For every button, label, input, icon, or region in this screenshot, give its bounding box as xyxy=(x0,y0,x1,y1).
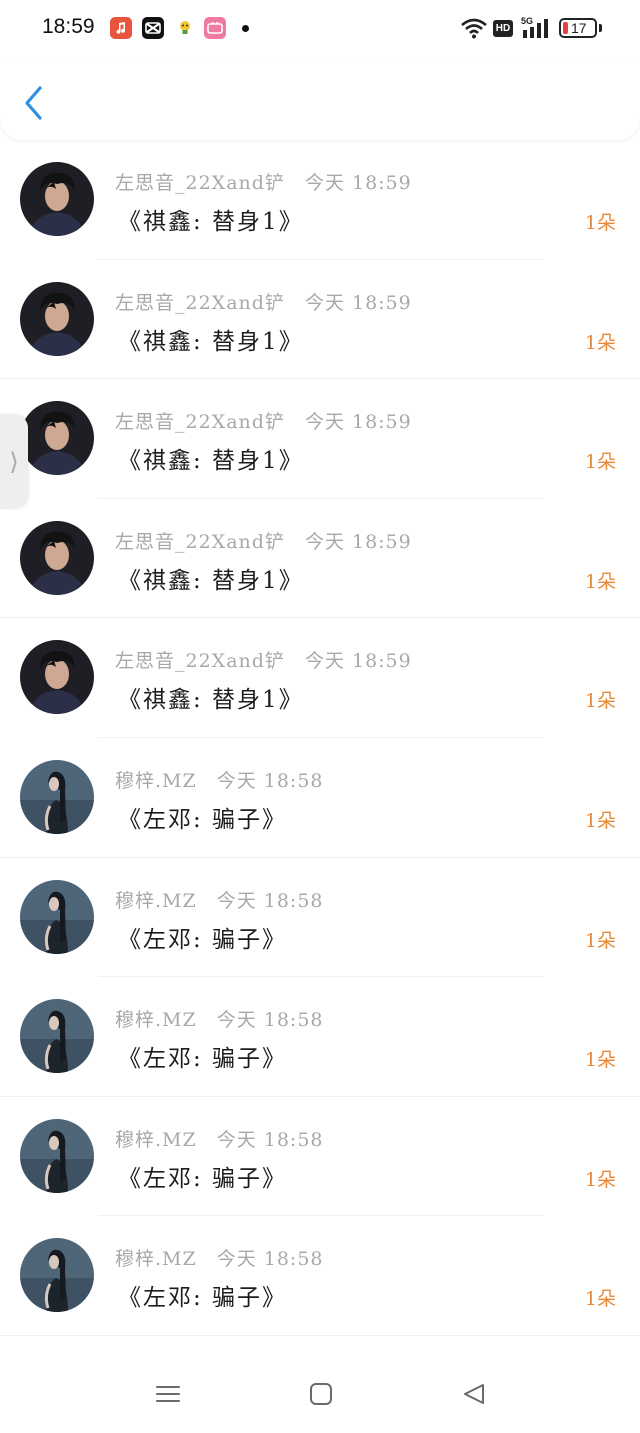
sender-meta: 左思音_22Xand铲 今天 18:59 xyxy=(115,527,412,554)
home-button[interactable] xyxy=(306,1379,336,1409)
list-item[interactable]: 穆梓.MZ 今天 18:58 《左邓: 骗子》 1朵 xyxy=(0,858,640,978)
timestamp: 今天 18:59 xyxy=(304,291,412,314)
list-item[interactable]: 穆梓.MZ 今天 18:58 《左邓: 骗子》 1朵 xyxy=(0,1216,640,1336)
timestamp: 今天 18:59 xyxy=(304,172,412,194)
sender-name: 穆梓.MZ xyxy=(115,769,197,792)
top-app-bar xyxy=(0,58,640,140)
status-bar: 18:59 HD 5G 17 xyxy=(0,0,640,58)
lightbulb-app-icon xyxy=(174,17,196,39)
timestamp: 今天 18:59 xyxy=(304,650,412,673)
battery-cap xyxy=(599,24,602,32)
avatar[interactable] xyxy=(20,759,94,834)
work-title[interactable]: 《左邓: 骗子》 xyxy=(118,920,287,954)
flower-count: 1朵 xyxy=(584,809,616,832)
sender-meta: 穆梓.MZ 今天 18:58 xyxy=(115,886,324,913)
sender-meta: 穆梓.MZ 今天 18:58 xyxy=(115,766,324,793)
sender-name: 穆梓.MZ xyxy=(115,1128,197,1151)
list-item[interactable]: 左思音_22Xand铲 今天 18:59 《祺鑫: 替身1》 1朵 xyxy=(0,618,640,738)
work-title[interactable]: 《左邓: 骗子》 xyxy=(118,1039,287,1073)
flower-count: 1朵 xyxy=(584,451,616,474)
side-drawer-handle[interactable]: ⟩ xyxy=(0,414,28,509)
list-item[interactable]: 穆梓.MZ 今天 18:58 《左邓: 骗子》 1朵 xyxy=(0,1097,640,1217)
work-title[interactable]: 《祺鑫: 替身1》 xyxy=(118,202,304,236)
sender-meta: 左思音_22Xand铲 今天 18:59 xyxy=(115,168,412,195)
avatar[interactable] xyxy=(20,1238,94,1313)
avatar[interactable] xyxy=(20,640,94,715)
flower-count: 1朵 xyxy=(584,1049,616,1072)
avatar[interactable] xyxy=(20,162,94,236)
bilibili-icon xyxy=(204,17,226,39)
battery-icon: 17 xyxy=(559,18,597,38)
status-time: 18:59 xyxy=(42,15,95,38)
sender-name: 穆梓.MZ xyxy=(115,889,197,912)
battery-percent: 17 xyxy=(571,20,587,36)
notification-dot xyxy=(242,25,249,32)
music-app-icon xyxy=(110,17,132,39)
avatar[interactable] xyxy=(20,879,94,954)
timestamp: 今天 18:58 xyxy=(216,889,324,912)
timestamp: 今天 18:59 xyxy=(304,530,412,553)
sender-meta: 左思音_22Xand铲 今天 18:59 xyxy=(115,407,412,434)
list-item[interactable]: 穆梓.MZ 今天 18:58 《左邓: 骗子》 1朵 xyxy=(0,738,640,858)
sender-name: 左思音_22Xand铲 xyxy=(115,650,285,673)
back-button[interactable] xyxy=(18,82,54,124)
flower-count: 1朵 xyxy=(584,212,616,234)
flower-count: 1朵 xyxy=(584,331,616,354)
work-title[interactable]: 《左邓: 骗子》 xyxy=(118,1278,287,1312)
chevron-left-icon xyxy=(25,86,42,120)
battery-level-fill xyxy=(563,22,568,34)
sender-name: 穆梓.MZ xyxy=(115,1009,197,1032)
sender-name: 左思音_22Xand铲 xyxy=(115,530,285,553)
avatar[interactable] xyxy=(20,520,94,595)
list-item[interactable]: 穆梓.MZ 今天 18:58 《左邓: 骗子》 1朵 xyxy=(0,977,640,1097)
flower-count: 1朵 xyxy=(584,929,616,952)
flower-count: 1朵 xyxy=(584,1288,616,1311)
timestamp: 今天 18:58 xyxy=(216,1128,324,1151)
sender-name: 左思音_22Xand铲 xyxy=(115,291,285,314)
capcut-icon xyxy=(142,17,164,39)
avatar[interactable] xyxy=(20,281,94,356)
list-item[interactable]: 左思音_22Xand铲 今天 18:59 《祺鑫: 替身1》 1朵 xyxy=(0,140,640,260)
chevron-right-icon: ⟩ xyxy=(9,447,19,476)
work-title[interactable]: 《左邓: 骗子》 xyxy=(118,800,287,834)
work-title[interactable]: 《祺鑫: 替身1》 xyxy=(118,680,304,714)
sender-meta: 穆梓.MZ 今天 18:58 xyxy=(115,1244,324,1271)
hd-badge: HD xyxy=(493,20,513,37)
flower-count: 1朵 xyxy=(584,570,616,593)
gift-record-list: 左思音_22Xand铲 今天 18:59 《祺鑫: 替身1》 1朵 左思音_22Xan… xyxy=(0,140,640,1336)
menu-icon xyxy=(156,1386,180,1402)
timestamp: 今天 18:59 xyxy=(304,411,412,434)
timestamp: 今天 18:58 xyxy=(216,1248,324,1271)
signal-icon: 5G xyxy=(521,16,548,38)
work-title[interactable]: 《祺鑫: 替身1》 xyxy=(118,322,304,356)
sender-meta: 穆梓.MZ 今天 18:58 xyxy=(115,1005,324,1032)
sender-meta: 穆梓.MZ 今天 18:58 xyxy=(115,1125,324,1152)
avatar[interactable] xyxy=(20,999,94,1074)
back-nav-button[interactable] xyxy=(459,1379,489,1409)
timestamp: 今天 18:58 xyxy=(216,1009,324,1032)
back-triangle-icon xyxy=(464,1384,484,1404)
menu-button[interactable] xyxy=(153,1379,183,1409)
timestamp: 今天 18:58 xyxy=(216,769,324,792)
sender-name: 左思音_22Xand铲 xyxy=(115,172,285,194)
flower-count: 1朵 xyxy=(584,690,616,713)
work-title[interactable]: 《祺鑫: 替身1》 xyxy=(118,441,304,475)
sender-meta: 左思音_22Xand铲 今天 18:59 xyxy=(115,288,412,315)
flower-count: 1朵 xyxy=(584,1168,616,1191)
list-item[interactable]: 左思音_22Xand铲 今天 18:59 《祺鑫: 替身1》 1朵 xyxy=(0,499,640,619)
list-item[interactable]: 左思音_22Xand铲 今天 18:59 《祺鑫: 替身1》 1朵 xyxy=(0,260,640,380)
work-title[interactable]: 《左邓: 骗子》 xyxy=(118,1159,287,1193)
network-type: 5G xyxy=(521,16,533,26)
sender-meta: 左思音_22Xand铲 今天 18:59 xyxy=(115,646,412,673)
wifi-icon xyxy=(461,18,487,39)
home-square-icon xyxy=(310,1383,332,1405)
sender-name: 左思音_22Xand铲 xyxy=(115,411,285,434)
avatar[interactable] xyxy=(20,401,94,476)
system-nav-bar xyxy=(0,1352,640,1433)
avatar[interactable] xyxy=(20,1118,94,1193)
work-title[interactable]: 《祺鑫: 替身1》 xyxy=(118,561,304,595)
list-item[interactable]: 左思音_22Xand铲 今天 18:59 《祺鑫: 替身1》 1朵 xyxy=(0,379,640,499)
sender-name: 穆梓.MZ xyxy=(115,1248,197,1271)
